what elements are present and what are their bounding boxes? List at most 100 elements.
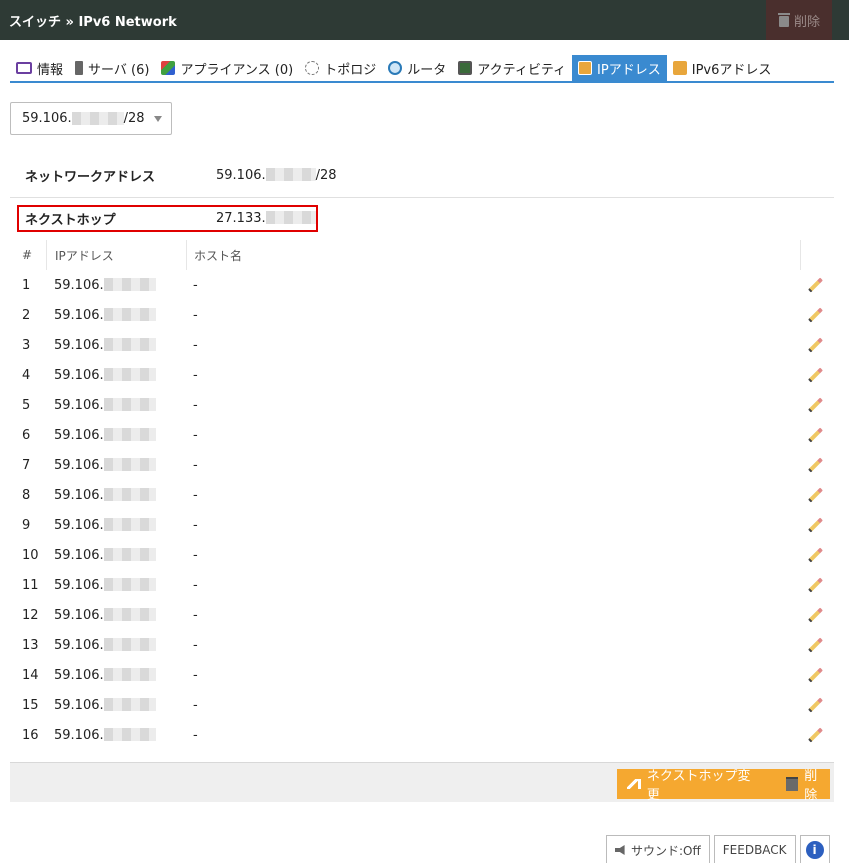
edit-button[interactable] <box>800 487 830 503</box>
pencil-icon <box>807 307 823 323</box>
sound-toggle-button[interactable]: サウンド:Off <box>606 835 710 863</box>
edit-button[interactable] <box>800 577 830 593</box>
tab-label: IPアドレス <box>597 62 661 78</box>
redacted-mask <box>265 168 316 181</box>
pencil-icon <box>807 397 823 413</box>
ip-icon <box>578 61 593 75</box>
delete-button[interactable]: 削除 <box>776 765 830 803</box>
edit-button[interactable] <box>800 517 830 533</box>
row-hostname: - <box>193 517 198 533</box>
tab-label: トポロジ <box>324 62 377 78</box>
nexthop-row: ネクストホップ 27.133. <box>10 199 834 237</box>
pencil-icon <box>807 607 823 623</box>
edit-button[interactable] <box>800 337 830 353</box>
row-hostname: - <box>193 577 198 593</box>
row-hostname: - <box>193 307 198 323</box>
info-button[interactable]: i <box>799 835 830 863</box>
edit-button[interactable] <box>800 277 830 293</box>
redacted-mask <box>103 727 156 741</box>
edit-button[interactable] <box>800 397 830 413</box>
row-hostname: - <box>193 427 198 443</box>
tab-ip-address[interactable]: IPアドレス <box>572 55 667 81</box>
row-number: 4 <box>22 367 31 383</box>
tab-label: ルータ <box>407 62 447 78</box>
row-ip-prefix: 59.106. <box>54 337 104 353</box>
header-delete-label: 削除 <box>793 14 820 30</box>
feedback-button[interactable]: FEEDBACK <box>713 835 796 863</box>
pencil-icon <box>807 547 823 563</box>
table-row: 4 59.106. - <box>10 360 830 390</box>
tab-ipv6-address[interactable]: IPv6アドレス <box>667 55 778 81</box>
row-hostname: - <box>193 547 198 563</box>
row-number: 6 <box>22 427 31 443</box>
tab-topology[interactable]: トポロジ <box>299 55 382 81</box>
redacted-mask <box>103 517 156 531</box>
table-row: 9 59.106. - <box>10 510 830 540</box>
server-icon <box>75 61 84 75</box>
redacted-mask <box>103 697 156 711</box>
row-ip-prefix: 59.106. <box>54 457 104 473</box>
redacted-mask <box>103 397 156 411</box>
tab-router[interactable]: ルータ <box>382 55 452 81</box>
row-number: 2 <box>22 307 31 323</box>
nexthop-value: 27.133. <box>216 210 316 226</box>
subnet-select[interactable]: 59.106. /28 <box>10 102 172 135</box>
edit-button[interactable] <box>800 547 830 563</box>
row-ip: 59.106. <box>46 277 186 293</box>
row-ip-prefix: 59.106. <box>54 427 104 443</box>
column-header-ip: IPアドレス <box>46 240 186 270</box>
row-number: 7 <box>22 457 31 473</box>
redacted-mask <box>265 210 316 224</box>
tab-appliances[interactable]: アプライアンス (0) <box>155 55 299 81</box>
row-ip-prefix: 59.106. <box>54 517 104 533</box>
row-ip: 59.106. <box>46 637 186 653</box>
table-row: 1 59.106. - <box>10 270 830 300</box>
row-ip: 59.106. <box>46 307 186 323</box>
row-ip-prefix: 59.106. <box>54 577 104 593</box>
edit-button[interactable] <box>800 457 830 473</box>
arrow-icon <box>627 779 641 789</box>
row-number: 5 <box>22 397 31 413</box>
row-number: 12 <box>22 607 39 623</box>
edit-button[interactable] <box>800 607 830 623</box>
pencil-icon <box>807 427 823 443</box>
pencil-icon <box>807 727 823 743</box>
trash-icon <box>786 777 799 791</box>
edit-button[interactable] <box>800 307 830 323</box>
speaker-icon <box>615 845 625 855</box>
top-bar: スイッチ » IPv6 Network 削除 <box>0 0 849 40</box>
redacted-mask <box>103 427 156 441</box>
table-row: 14 59.106. - <box>10 660 830 690</box>
nexthop-label: ネクストホップ <box>25 212 116 228</box>
redacted-mask <box>103 367 156 381</box>
change-nexthop-button[interactable]: ネクストホップ変更 <box>617 765 762 803</box>
edit-button[interactable] <box>800 727 830 743</box>
row-hostname: - <box>193 397 198 413</box>
action-buttons: ネクストホップ変更 削除 <box>617 769 830 803</box>
subnet-select-suffix: /28 <box>123 111 145 126</box>
row-hostname: - <box>193 607 198 623</box>
header-delete-button[interactable]: 削除 <box>766 0 832 40</box>
row-ip-prefix: 59.106. <box>54 307 104 323</box>
edit-button[interactable] <box>800 367 830 383</box>
tab-label: アクティビティ <box>477 62 567 78</box>
tab-label: 情報 <box>37 62 64 78</box>
edit-button[interactable] <box>800 427 830 443</box>
table-row: 3 59.106. - <box>10 330 830 360</box>
row-ip: 59.106. <box>46 667 186 683</box>
chevron-down-icon <box>154 116 162 122</box>
row-ip-prefix: 59.106. <box>54 667 104 683</box>
tab-activity[interactable]: アクティビティ <box>452 55 572 81</box>
tab-servers[interactable]: サーバ (6) <box>69 55 155 81</box>
row-ip-prefix: 59.106. <box>54 547 104 563</box>
edit-button[interactable] <box>800 697 830 713</box>
row-ip: 59.106. <box>46 337 186 353</box>
edit-button[interactable] <box>800 667 830 683</box>
table-row: 5 59.106. - <box>10 390 830 420</box>
column-header-num: # <box>22 248 33 262</box>
row-hostname: - <box>193 367 198 383</box>
redacted-mask <box>103 337 156 351</box>
tab-info[interactable]: 情報 <box>10 55 69 81</box>
table-body: 1 59.106. - 2 59.106. - 3 59.106. - 4 59.106. - 5 59.… <box>10 270 830 750</box>
edit-button[interactable] <box>800 637 830 653</box>
